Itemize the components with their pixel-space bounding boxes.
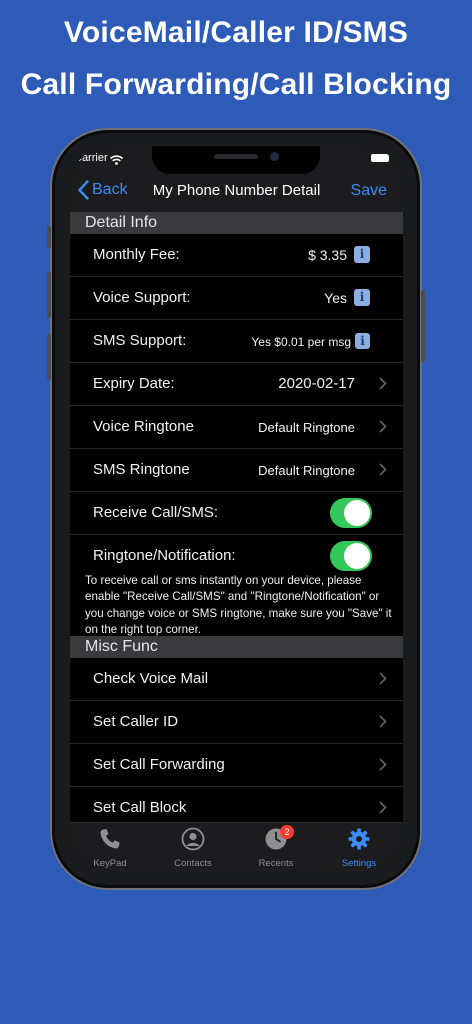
tab-contacts[interactable]: Contacts [153,827,233,869]
mute-switch [47,226,51,248]
tab-keypad[interactable]: KeyPad [70,827,150,869]
volume-down-button [47,334,51,380]
chevron-right-icon [379,377,387,390]
chevron-right-icon [379,463,387,476]
row-value: Yes [324,290,347,306]
row-label: Receive Call/SMS: [93,504,219,521]
section-header-detail-info: Detail Info [70,212,403,234]
row-expiry-date[interactable]: Expiry Date: 2020-02-17 [70,363,403,406]
row-set-call-forwarding[interactable]: Set Call Forwarding [70,744,403,787]
row-set-caller-id[interactable]: Set Caller ID [70,701,403,744]
tab-label: Settings [341,858,377,869]
row-label: Ringtone/Notification: [93,547,236,564]
phone-screen: Carrier Back My Phone Number Detail Save… [70,146,403,872]
help-note: To receive call or sms instantly on your… [85,574,392,637]
tab-label: Contacts [174,858,212,869]
chevron-right-icon [379,715,387,728]
row-sms-ringtone[interactable]: SMS Ringtone Default Ringtone [70,449,403,492]
recents-badge: 2 [280,825,294,839]
gear-icon [348,828,370,850]
row-value: 2020-02-17 [278,375,355,392]
row-label: Expiry Date: [93,375,175,392]
tab-recents[interactable]: 2 Recents [236,825,316,869]
save-button[interactable]: Save [351,182,387,200]
contacts-icon [181,827,205,851]
row-label: SMS Ringtone [93,461,190,478]
toggle-knob [344,543,370,569]
section-header-misc-func: Misc Func [70,636,403,658]
toggle-knob [344,500,370,526]
row-label: Set Call Block [93,799,187,816]
chevron-right-icon [379,758,387,771]
navigation-bar: Back My Phone Number Detail Save [70,174,403,212]
row-label: Set Call Forwarding [93,756,225,773]
chevron-right-icon [379,420,387,433]
row-label: Voice Ringtone [93,418,194,435]
tab-label: Recents [258,858,294,869]
front-camera [270,152,279,161]
phone-icon [100,829,120,849]
tab-settings[interactable]: Settings [319,827,399,869]
info-icon[interactable]: i [354,246,370,263]
row-value: $ 3.35 [308,247,347,263]
row-ringtone-notification: Ringtone/Notification: [70,535,403,578]
row-label: Check Voice Mail [93,670,209,687]
battery-icon [371,154,389,162]
row-check-voice-mail[interactable]: Check Voice Mail [70,658,403,701]
wifi-icon [109,152,124,170]
row-label: Voice Support: [93,289,191,306]
headline-line-1: VoiceMail/Caller ID/SMS [63,16,409,49]
headline-line-2: Call Forwarding/Call Blocking [20,68,452,101]
ringtone-notification-toggle[interactable] [330,541,372,571]
row-value: Yes $0.01 per msg [251,335,351,349]
tab-bar: KeyPad Contacts 2 Recents Settings [70,822,403,872]
row-monthly-fee: Monthly Fee: $ 3.35 i [70,234,403,277]
row-label: SMS Support: [93,332,187,349]
row-label: Monthly Fee: [93,246,180,263]
info-icon[interactable]: i [354,289,370,306]
info-icon[interactable]: i [355,333,370,349]
power-button [421,290,425,362]
speaker-grille [214,154,258,159]
receive-call-sms-toggle[interactable] [330,498,372,528]
tab-label: KeyPad [93,858,127,869]
chevron-right-icon [379,801,387,814]
row-voice-ringtone[interactable]: Voice Ringtone Default Ringtone [70,406,403,449]
row-label: Set Caller ID [93,713,179,730]
row-sms-support: SMS Support: Yes $0.01 per msg i [70,320,403,363]
chevron-right-icon [379,672,387,685]
row-voice-support: Voice Support: Yes i [70,277,403,320]
row-value: Default Ringtone [258,420,355,435]
row-receive-call-sms: Receive Call/SMS: [70,492,403,535]
row-value: Default Ringtone [258,463,355,478]
notch [152,146,320,174]
carrier-label: Carrier [74,152,108,164]
volume-up-button [47,272,51,318]
